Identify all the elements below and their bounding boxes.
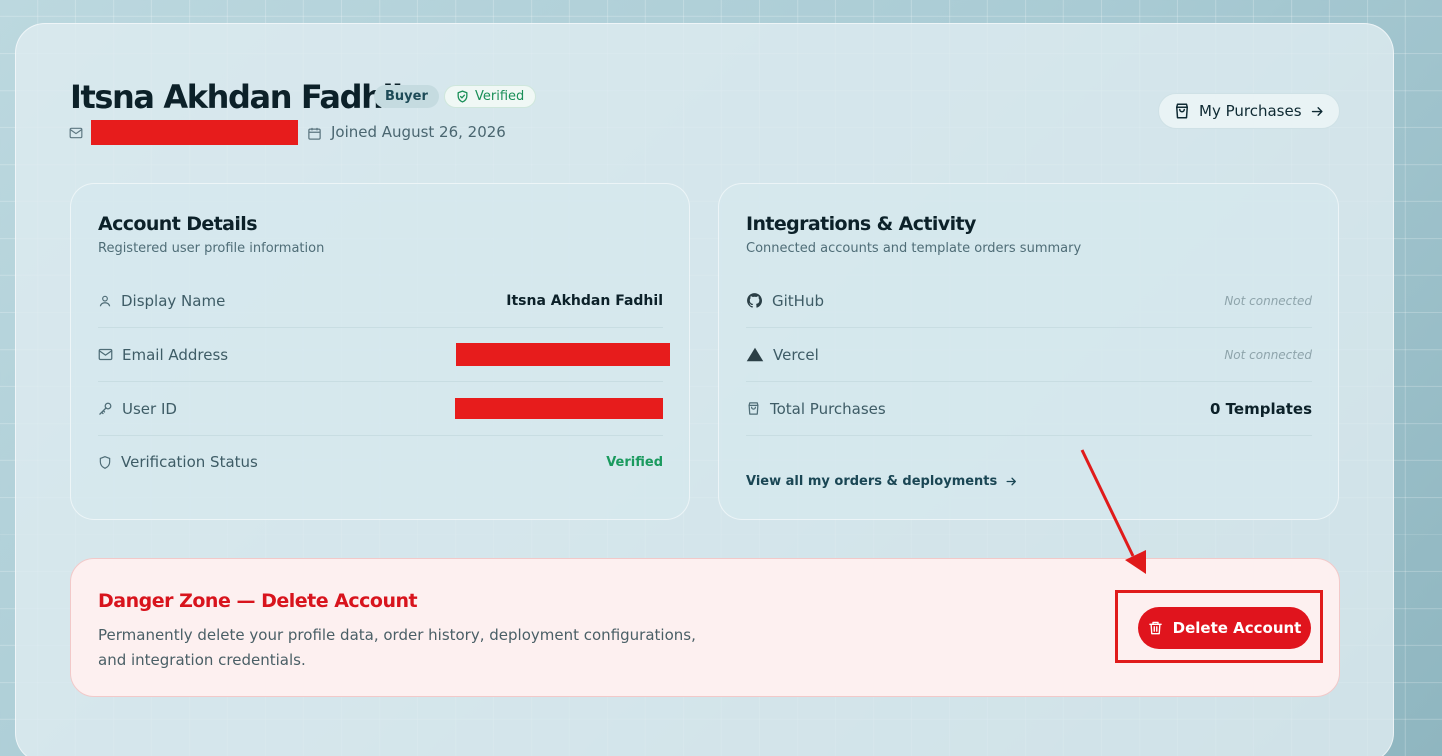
display-name-row: Display Name Itsna Akhdan Fadhil <box>98 274 663 328</box>
user-id-row: User ID <box>98 382 663 436</box>
redacted-user-id-value <box>455 398 663 419</box>
redacted-email-value <box>456 343 670 366</box>
github-row: GitHub Not connected <box>746 274 1312 328</box>
verification-status-label: Verification Status <box>121 453 258 471</box>
joined-date: Joined August 26, 2026 <box>331 123 506 141</box>
redacted-email <box>91 120 298 145</box>
shield-check-icon <box>457 90 468 103</box>
mail-icon <box>69 127 83 139</box>
vercel-row: Vercel Not connected <box>746 328 1312 382</box>
role-badge: Buyer <box>374 85 439 108</box>
arrow-right-icon <box>1311 106 1323 116</box>
vercel-label: Vercel <box>773 345 819 364</box>
total-purchases-value: 0 Templates <box>1210 399 1312 418</box>
email-row: Email Address <box>98 328 670 382</box>
shopping-bag-icon <box>1176 103 1188 119</box>
github-status: Not connected <box>1224 293 1312 308</box>
arrow-right-icon <box>1006 477 1017 486</box>
my-purchases-button[interactable]: My Purchases <box>1158 93 1340 129</box>
total-purchases-label: Total Purchases <box>770 399 886 418</box>
view-orders-label: View all my orders & deployments <box>746 474 998 489</box>
verified-badge: Verified <box>444 85 537 108</box>
integrations-subtitle: Connected accounts and template orders s… <box>746 241 1082 256</box>
user-id-label: User ID <box>122 399 177 418</box>
integrations-title: Integrations & Activity <box>746 213 976 235</box>
profile-name: Itsna Akhdan Fadhil <box>70 78 403 116</box>
display-name-value: Itsna Akhdan Fadhil <box>506 292 663 309</box>
account-details-panel: Account Details Registered user profile … <box>70 183 690 520</box>
email-label: Email Address <box>122 345 229 364</box>
github-label: GitHub <box>772 291 824 310</box>
verification-status-row: Verification Status Verified <box>98 435 663 489</box>
mail-icon <box>98 348 113 361</box>
integrations-panel: Integrations & Activity Connected accoun… <box>718 183 1339 520</box>
account-details-title: Account Details <box>98 213 258 235</box>
user-icon <box>99 295 111 306</box>
vercel-icon <box>746 347 764 362</box>
key-icon <box>99 402 112 415</box>
verified-badge-label: Verified <box>475 89 525 104</box>
annotation-highlight-box <box>1115 590 1323 663</box>
view-orders-link[interactable]: View all my orders & deployments <box>746 474 1018 489</box>
verification-status-value: Verified <box>606 454 663 470</box>
danger-zone-title: Danger Zone — Delete Account <box>98 590 418 612</box>
shopping-bag-icon <box>748 402 759 415</box>
github-icon <box>747 293 763 308</box>
display-name-label: Display Name <box>121 291 226 310</box>
shield-icon <box>99 455 111 469</box>
my-purchases-label: My Purchases <box>1199 102 1302 120</box>
calendar-icon <box>308 127 321 140</box>
account-details-subtitle: Registered user profile information <box>98 241 325 256</box>
vercel-status: Not connected <box>1224 347 1312 362</box>
danger-zone-description: Permanently delete your profile data, or… <box>98 626 696 669</box>
total-purchases-row: Total Purchases 0 Templates <box>746 382 1312 436</box>
